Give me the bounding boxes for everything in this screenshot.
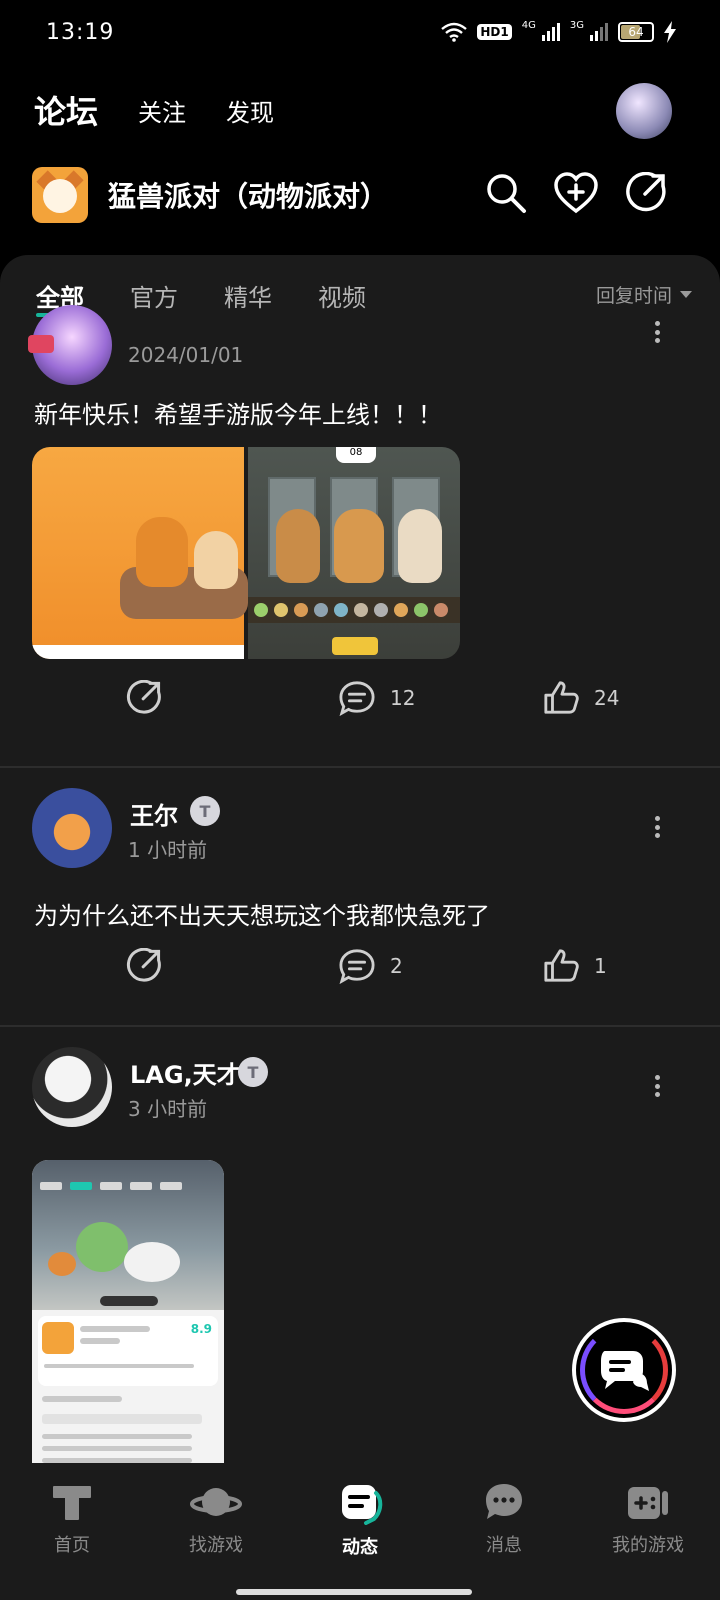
charging-icon: [664, 21, 676, 43]
planet-icon: [190, 1488, 242, 1516]
share-icon: [126, 948, 161, 982]
filter-tab-video[interactable]: 视频: [318, 278, 366, 313]
post-actions: 2 1: [0, 948, 720, 998]
wifi-icon: [441, 22, 468, 42]
user-badge: T: [238, 1057, 268, 1087]
home-icon: [53, 1486, 91, 1520]
chat-fab-button[interactable]: [572, 1318, 676, 1422]
signal-icon: [541, 23, 560, 41]
nav-find-games[interactable]: 找游戏: [144, 1463, 288, 1600]
nav-find-games-label: 找游戏: [189, 1535, 243, 1556]
network-label-1: 4G: [521, 20, 536, 31]
sort-label: 回复时间: [595, 285, 672, 307]
like-count: 1: [594, 954, 607, 978]
status-icons: HD1 4G 3G 64: [441, 21, 676, 43]
game-icon[interactable]: [32, 167, 88, 223]
timer-label: 08: [336, 447, 376, 463]
comment-icon: [339, 949, 375, 984]
more-options-icon[interactable]: [654, 321, 660, 343]
avatar-frame-badge: [28, 335, 54, 353]
nav-home[interactable]: 首页: [0, 1463, 144, 1600]
nav-feed-label: 动态: [342, 1537, 378, 1558]
post-image-2[interactable]: 08: [248, 447, 460, 659]
post-card[interactable]: 2024/01/01 新年快乐！希望手游版今年上线！！！ 08 12 24: [0, 305, 720, 765]
user-badge: T: [190, 796, 220, 826]
post-card[interactable]: 王尔 T 1 小时前 为为什么还不出天天想玩这个我都快急死了 2 1: [0, 768, 720, 1026]
add-follow-icon[interactable]: [554, 171, 598, 215]
like-count: 24: [594, 686, 620, 710]
game-score: 8.9: [190, 1322, 212, 1336]
status-time: 13:19: [46, 19, 115, 45]
signal-icon-2: [590, 23, 608, 41]
nav-messages-label: 消息: [486, 1535, 522, 1556]
chevron-down-icon: [680, 291, 692, 298]
bottom-nav: 首页 找游戏 动态 消息 我的游戏: [0, 1463, 720, 1600]
comment-count: 12: [390, 686, 416, 710]
comment-icon: [339, 681, 375, 716]
comment-button[interactable]: 2: [338, 948, 403, 984]
thumbs-up-icon: [544, 949, 579, 982]
like-button[interactable]: 1: [542, 948, 607, 984]
game-title[interactable]: 猛兽派对（动物派对）: [108, 175, 388, 215]
share-button[interactable]: [126, 680, 162, 716]
nav-my-games-label: 我的游戏: [612, 1535, 684, 1556]
nav-home-label: 首页: [54, 1535, 90, 1556]
filter-tab-featured[interactable]: 精华: [224, 278, 272, 313]
share-button[interactable]: [126, 948, 162, 984]
more-options-icon[interactable]: [654, 1075, 660, 1097]
nav-feed[interactable]: 动态: [288, 1463, 432, 1600]
user-avatar[interactable]: [616, 83, 672, 139]
post-date: 2024/01/01: [128, 343, 244, 367]
tab-discover[interactable]: 发现: [226, 93, 274, 128]
share-icon: [126, 680, 161, 714]
home-indicator[interactable]: [236, 1589, 472, 1595]
sort-dropdown[interactable]: 回复时间: [596, 281, 692, 308]
chat-bubble-icon: [601, 1351, 649, 1391]
tab-follow[interactable]: 关注: [138, 93, 186, 128]
post-actions: 12 24: [0, 680, 720, 730]
post-date: 1 小时前: [128, 838, 208, 862]
post-date: 3 小时前: [128, 1097, 208, 1121]
tab-forum[interactable]: 论坛: [34, 87, 99, 135]
share-icon[interactable]: [624, 171, 668, 215]
status-bar: 13:19 HD1 4G 3G 64: [0, 0, 720, 64]
gamepad-icon: [628, 1487, 668, 1519]
feed-icon: [342, 1485, 383, 1525]
post-screenshot-image[interactable]: 8.9: [32, 1160, 224, 1480]
post-images: 08: [32, 447, 460, 659]
comment-count: 2: [390, 954, 403, 978]
game-header: 猛兽派对（动物派对）: [32, 165, 692, 225]
post-author[interactable]: LAG,天才: [130, 1055, 241, 1090]
more-options-icon[interactable]: [654, 816, 660, 838]
header-actions: [484, 171, 668, 215]
message-icon: [486, 1484, 522, 1519]
post-text[interactable]: 为为什么还不出天天想玩这个我都快急死了: [34, 896, 490, 931]
comment-button[interactable]: 12: [338, 680, 415, 716]
search-icon[interactable]: [484, 171, 528, 215]
top-nav: 论坛 关注 发现: [0, 80, 720, 140]
thumbs-up-icon: [544, 681, 579, 714]
battery-level: 64: [628, 25, 644, 39]
hd-badge: HD1: [477, 24, 512, 40]
post-author[interactable]: 王尔: [130, 796, 178, 831]
nav-my-games[interactable]: 我的游戏: [576, 1463, 720, 1600]
battery-icon: 64: [618, 22, 654, 42]
like-button[interactable]: 24: [542, 680, 619, 716]
post-avatar[interactable]: [32, 788, 112, 868]
post-text[interactable]: 新年快乐！希望手游版今年上线！！！: [34, 395, 442, 430]
network-label-2: 3G: [569, 20, 584, 31]
post-avatar[interactable]: [32, 1047, 112, 1127]
post-image-1[interactable]: [32, 447, 248, 659]
nav-messages[interactable]: 消息: [432, 1463, 576, 1600]
filter-tab-official[interactable]: 官方: [130, 278, 178, 313]
content-sheet: 全部 官方 精华 视频 回复时间 2024/01/01 新年快乐！希望手游版今年…: [0, 255, 720, 1493]
